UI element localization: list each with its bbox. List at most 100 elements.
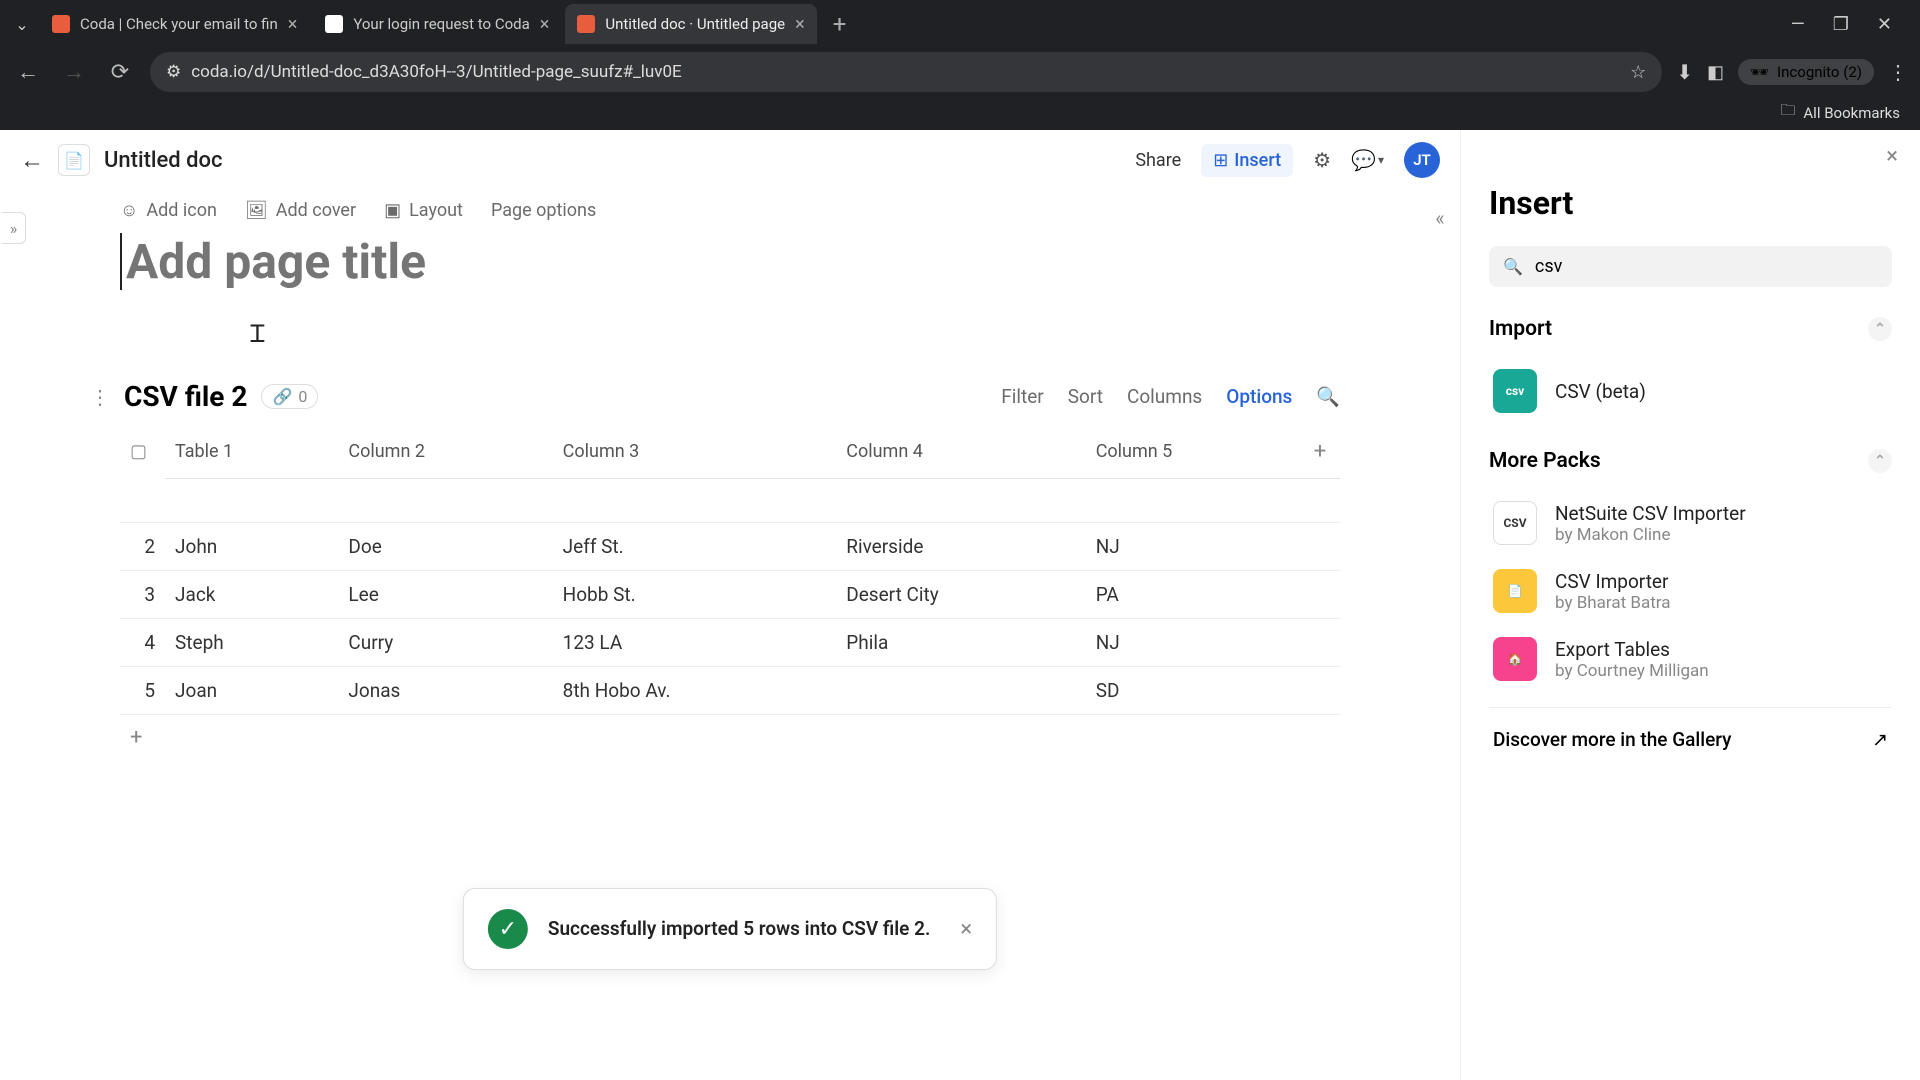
tab-title: Coda | Check your email to fin: [80, 15, 278, 33]
doc-title[interactable]: Untitled doc: [104, 148, 223, 173]
layout-button[interactable]: ▣Layout: [384, 200, 463, 221]
site-info-icon[interactable]: ⚙: [166, 62, 181, 82]
app-header: ← 📄 Untitled doc Share ⊞ Insert ⚙ 💬▾ JT: [0, 130, 1460, 190]
column-header[interactable]: Column 4: [836, 425, 1085, 479]
table-row[interactable]: 2JohnDoeJeff St.RiversideNJ: [120, 523, 1340, 571]
chevron-up-icon: ⌃: [1868, 449, 1892, 473]
insert-panel: × Insert 🔍 Import ⌃ csv CSV (beta) More …: [1460, 130, 1920, 1080]
panel-collapse-button[interactable]: «: [1422, 200, 1458, 236]
import-section-header[interactable]: Import ⌃: [1489, 317, 1892, 341]
column-header[interactable]: Column 5: [1086, 425, 1300, 479]
add-icon-button[interactable]: ☺Add icon: [120, 200, 217, 221]
table-cell[interactable]: Lee: [338, 571, 552, 619]
maximize-icon[interactable]: ❐: [1833, 14, 1849, 35]
downloads-icon[interactable]: ⬇: [1676, 60, 1693, 84]
tab-dropdown-icon[interactable]: ⌄: [8, 10, 36, 38]
sidepanel-icon[interactable]: ◧: [1707, 62, 1724, 83]
layout-icon: ▣: [384, 200, 401, 221]
table-cell[interactable]: Curry: [338, 619, 552, 667]
table-cell[interactable]: Phila: [836, 619, 1085, 667]
browser-tab[interactable]: Coda | Check your email to fin ×: [40, 4, 309, 44]
table-row[interactable]: 5JoanJonas8th Hobo Av.SD: [120, 667, 1340, 715]
search-input[interactable]: [1535, 256, 1878, 277]
table-cell[interactable]: NJ: [1086, 619, 1300, 667]
menu-icon[interactable]: ⋮: [1888, 60, 1908, 84]
all-bookmarks-button[interactable]: 🗀 All Bookmarks: [1780, 100, 1900, 125]
table-cell[interactable]: John: [165, 523, 338, 571]
add-column-button[interactable]: +: [1300, 425, 1340, 479]
table-row[interactable]: 3JackLeeHobb St.Desert CityPA: [120, 571, 1340, 619]
search-icon: 🔍: [1503, 257, 1523, 276]
table-cell[interactable]: Riverside: [836, 523, 1085, 571]
close-icon[interactable]: ×: [540, 14, 550, 35]
table-cell[interactable]: Steph: [165, 619, 338, 667]
close-icon[interactable]: ×: [288, 14, 298, 35]
table-menu-icon[interactable]: ⋮: [90, 385, 110, 409]
reload-button[interactable]: ⟳: [104, 60, 136, 85]
table-cell[interactable]: Jonas: [338, 667, 552, 715]
gallery-link[interactable]: Discover more in the Gallery ↗: [1489, 707, 1892, 751]
close-window-icon[interactable]: ✕: [1877, 14, 1892, 35]
search-icon[interactable]: 🔍: [1316, 385, 1340, 408]
table-cell[interactable]: Jack: [165, 571, 338, 619]
table-cell[interactable]: Hobb St.: [553, 571, 837, 619]
close-icon[interactable]: ×: [960, 917, 972, 942]
table-cell[interactable]: Jeff St.: [553, 523, 837, 571]
new-tab-button[interactable]: +: [821, 10, 859, 38]
filter-button[interactable]: Filter: [1001, 385, 1043, 408]
options-button[interactable]: Options: [1226, 385, 1292, 408]
insert-button[interactable]: ⊞ Insert: [1201, 144, 1293, 177]
sort-button[interactable]: Sort: [1068, 385, 1103, 408]
browser-tab-active[interactable]: Untitled doc · Untitled page ×: [565, 4, 816, 44]
pack-item[interactable]: 📄 CSV Importerby Bharat Batra: [1489, 557, 1892, 625]
back-button[interactable]: ←: [12, 59, 44, 85]
table-cell[interactable]: [836, 667, 1085, 715]
row-number: 3: [120, 571, 165, 619]
close-icon[interactable]: ×: [1886, 144, 1898, 169]
link-badge[interactable]: 🔗0: [261, 384, 318, 409]
table-cell[interactable]: 123 LA: [553, 619, 837, 667]
share-button[interactable]: Share: [1135, 150, 1181, 171]
table-cell[interactable]: Desert City: [836, 571, 1085, 619]
grid-icon: ⊞: [1213, 150, 1228, 171]
sidebar-expand-button[interactable]: »: [2, 212, 26, 244]
table-cell[interactable]: NJ: [1086, 523, 1300, 571]
comments-icon[interactable]: 💬▾: [1351, 148, 1384, 172]
settings-icon[interactable]: ⚙: [1313, 148, 1331, 172]
table-cell[interactable]: 8th Hobo Av.: [553, 667, 837, 715]
table-row[interactable]: 4StephCurry123 LAPhilaNJ: [120, 619, 1340, 667]
address-bar: ← → ⟳ ⚙ coda.io/d/Untitled-doc_d3A30foH-…: [0, 48, 1920, 96]
page-title-input[interactable]: [120, 233, 1340, 290]
minimize-icon[interactable]: —: [1791, 14, 1805, 35]
incognito-badge[interactable]: 🕶 Incognito (2): [1738, 59, 1874, 85]
external-link-icon: ↗: [1872, 728, 1888, 751]
table-cell[interactable]: PA: [1086, 571, 1300, 619]
doc-icon[interactable]: 📄: [58, 144, 90, 176]
back-arrow-icon[interactable]: ←: [20, 146, 44, 175]
incognito-icon: 🕶: [1750, 63, 1769, 81]
browser-tab[interactable]: Your login request to Coda ×: [313, 4, 561, 44]
insert-item-csv[interactable]: csv CSV (beta): [1489, 357, 1892, 425]
column-header[interactable]: Column 2: [338, 425, 552, 479]
table-cell[interactable]: Joan: [165, 667, 338, 715]
add-row-button[interactable]: +: [120, 715, 1340, 760]
close-icon[interactable]: ×: [795, 14, 805, 35]
table-cell[interactable]: Doe: [338, 523, 552, 571]
more-packs-section-header[interactable]: More Packs ⌃: [1489, 449, 1892, 473]
add-cover-button[interactable]: 🖼Add cover: [245, 200, 356, 221]
table-cell[interactable]: SD: [1086, 667, 1300, 715]
columns-button[interactable]: Columns: [1127, 385, 1202, 408]
pack-item[interactable]: 🏠 Export Tablesby Courtney Milligan: [1489, 625, 1892, 693]
table-name[interactable]: CSV file 2: [124, 380, 247, 413]
pack-item[interactable]: CSV NetSuite CSV Importerby Makon Cline: [1489, 489, 1892, 557]
url-input[interactable]: ⚙ coda.io/d/Untitled-doc_d3A30foH--3/Unt…: [150, 52, 1662, 92]
column-header[interactable]: Column 3: [553, 425, 837, 479]
page-options-button[interactable]: Page options: [491, 200, 596, 221]
avatar[interactable]: JT: [1404, 142, 1440, 178]
row-number: 4: [120, 619, 165, 667]
favicon-icon: [325, 15, 343, 33]
star-icon[interactable]: ☆: [1630, 62, 1646, 83]
search-box[interactable]: 🔍: [1489, 246, 1892, 287]
column-header[interactable]: Table 1: [165, 425, 338, 479]
image-icon: 🖼: [245, 200, 268, 221]
